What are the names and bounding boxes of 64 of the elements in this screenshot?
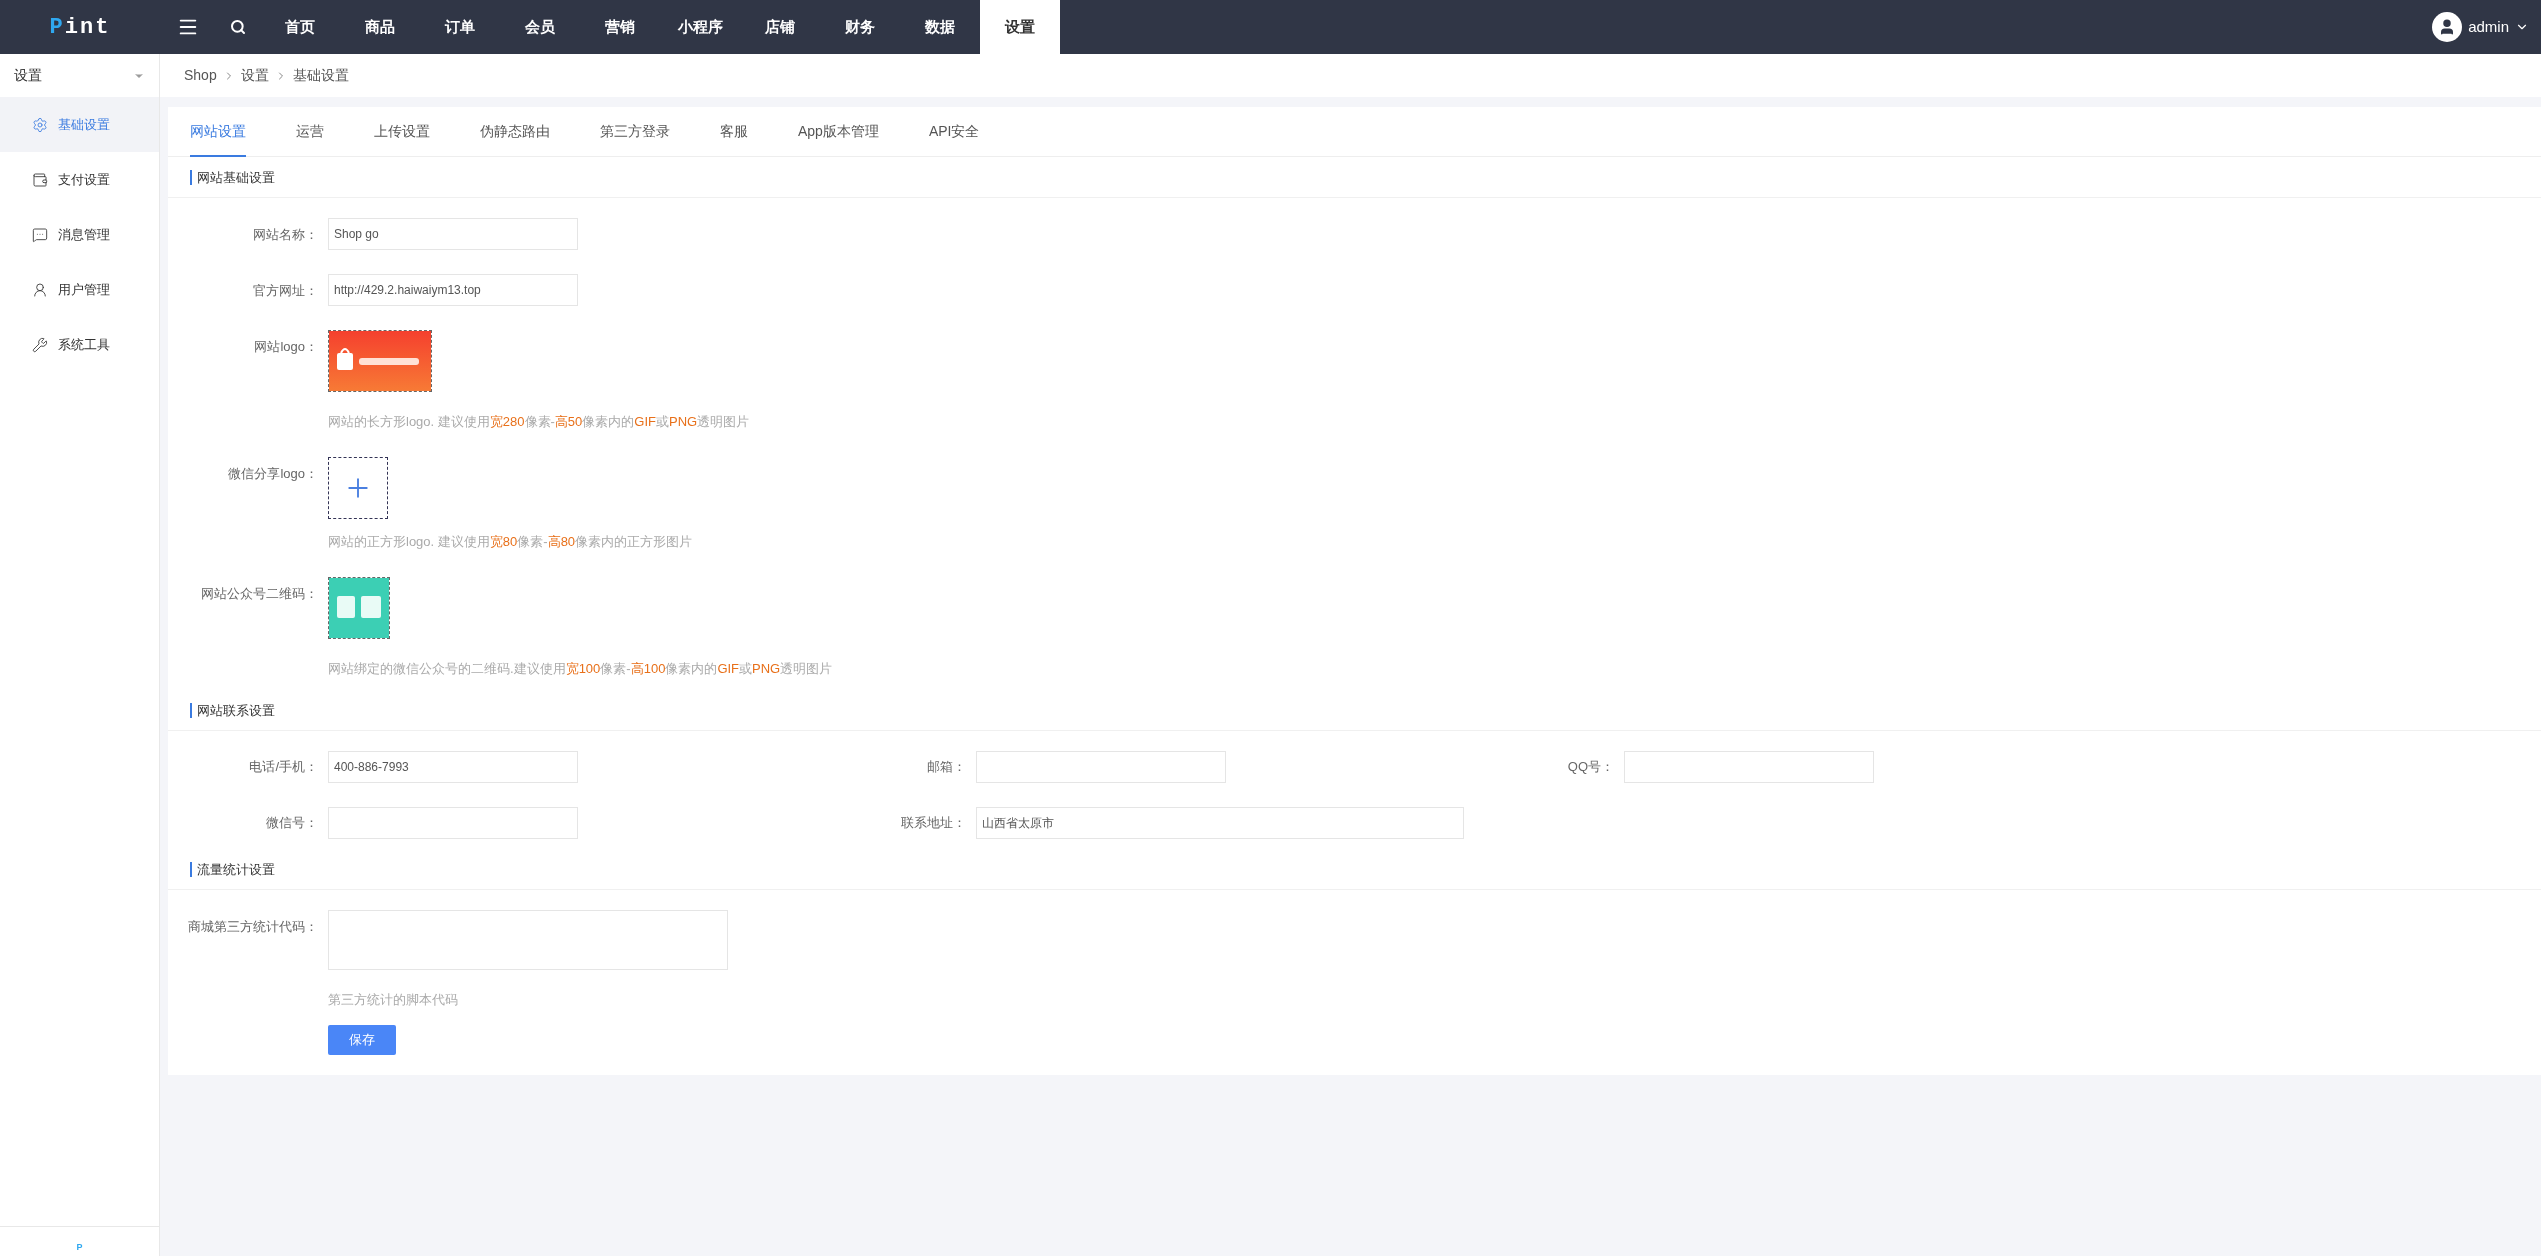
avatar-icon [2432,12,2463,42]
sidebar-item[interactable]: 基础设置 [0,97,159,152]
settings-tab[interactable]: 客服 [720,107,748,157]
sidebar-item[interactable]: 用户管理 [0,262,159,317]
code-textarea[interactable] [328,910,728,970]
hint-text: 网站绑定的微信公众号的二维码.建议使用宽100像素-高100像素内的GIF或PNG透明图片 [328,661,833,676]
breadcrumb-link[interactable]: Shop [184,65,217,86]
sidebar-header[interactable]: 设置 [0,54,159,97]
nav-tab[interactable]: 营销 [580,0,660,54]
nav-tab[interactable]: 首页 [260,0,340,54]
field-label: 官方网址： [252,282,319,300]
nav-tab[interactable]: 商品 [340,0,420,54]
input-field[interactable] [328,807,578,839]
field-label: 邮箱： [926,758,967,777]
hint-text: 网站的长方形logo. 建议使用宽280像素-高50像素内的GIF或PNG透明图片 [328,414,750,429]
input-field[interactable] [976,751,1226,783]
input-field[interactable]: 山西省太原市 [976,807,1464,839]
section-title: 流量统计设置 [190,862,275,877]
nav-tab[interactable]: 会员 [500,0,580,54]
nav-tab[interactable]: 小程序 [660,0,740,54]
nav-tab[interactable]: 财务 [820,0,900,54]
settings-tab[interactable]: API安全 [928,107,980,157]
gear-icon [32,116,48,133]
wallet-icon [32,171,48,188]
field-label: 商城第三方统计代码： [187,918,319,936]
chat-icon [32,226,48,243]
field-label: 网站名称： [252,226,319,244]
section-title: 网站基础设置 [190,170,275,185]
nav-tab[interactable]: 店铺 [740,0,820,54]
nav-tab[interactable]: 订单 [420,0,500,54]
settings-tab[interactable]: 运营 [296,107,324,157]
field-label: 微信号： [265,814,319,833]
field-label: 微信分享logo： [227,465,319,483]
sidebar-logo: P [76,1241,83,1254]
settings-tab[interactable]: 第三方登录 [600,107,670,157]
nav-tab[interactable]: 设置 [980,0,1060,54]
hint-text: 第三方统计的脚本代码 [328,992,458,1007]
settings-tab[interactable]: 网站设置 [190,107,246,157]
user-menu[interactable]: admin [2432,12,2529,42]
sidebar-item[interactable]: 消息管理 [0,207,159,262]
hint-text: 网站的正方形logo. 建议使用宽80像素-高80像素内的正方形图片 [328,534,693,549]
input-field[interactable]: 400-886-7993 [328,751,578,783]
input-field[interactable] [1624,751,1874,783]
wrench-icon [32,336,48,353]
field-label: 网站logo： [253,338,319,356]
breadcrumb-link[interactable]: 设置 [240,65,269,86]
sidebar-item[interactable]: 系统工具 [0,317,159,372]
settings-tab[interactable]: 上传设置 [374,107,430,157]
nav-tab[interactable]: 数据 [900,0,980,54]
settings-tab[interactable]: 伪静态路由 [480,107,550,157]
input-field[interactable]: Shop go [328,218,578,250]
breadcrumb-link[interactable]: 基础设置 [292,65,349,86]
user-icon [32,281,48,298]
field-label: QQ号： [1566,758,1615,777]
upload-box[interactable] [328,457,388,519]
section-title: 网站联系设置 [190,703,275,718]
field-label: 电话/手机： [248,758,319,777]
sidebar-item[interactable]: 支付设置 [0,152,159,207]
field-label: 网站公众号二维码： [200,585,319,603]
settings-tab[interactable]: App版本管理 [798,107,879,157]
field-label: 联系地址： [900,814,967,833]
input-field[interactable]: http://429.2.haiwaiym13.top [328,274,578,306]
app-logo[interactable]: Pint [49,10,111,44]
search-icon [230,19,246,35]
